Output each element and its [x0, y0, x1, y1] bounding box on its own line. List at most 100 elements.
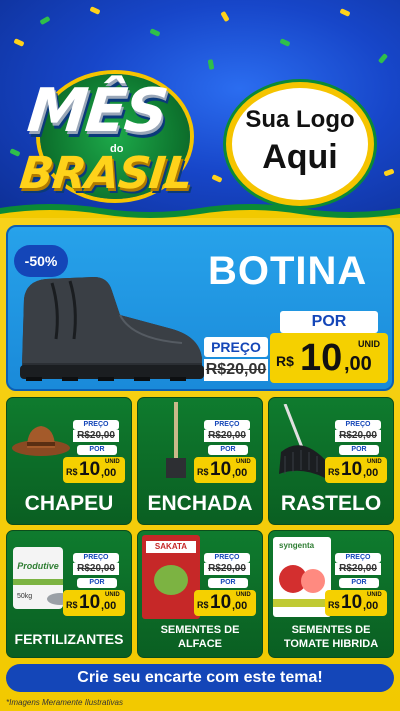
- por-label: POR: [339, 578, 379, 588]
- product-card-sementes-tomate[interactable]: syngenta PREÇO R$20,00 POR R$ 10 ,00 UNI…: [268, 530, 394, 658]
- hero-product-name: BOTINA: [208, 249, 368, 293]
- disclaimer-text: *Imagens Meramente Ilustrativas: [6, 698, 123, 707]
- por-label: POR: [77, 445, 117, 455]
- confetti: [377, 53, 389, 64]
- preco-label: PREÇO: [73, 553, 119, 563]
- price-integer: 10: [79, 459, 101, 480]
- confetti: [279, 38, 291, 47]
- product-name-line1: SEMENTES DE: [160, 624, 240, 636]
- packet-stripe: [273, 599, 331, 607]
- confetti: [149, 28, 161, 37]
- seed-packet-icon: SAKATA: [142, 535, 200, 619]
- currency: R$: [66, 467, 78, 477]
- price-decimal: ,00: [232, 467, 248, 479]
- old-price: R$20,00: [335, 430, 381, 442]
- old-price: R$20,00: [73, 563, 119, 575]
- hat-icon: [12, 426, 70, 456]
- price-decimal: ,00: [363, 600, 379, 612]
- new-price: R$ 10 ,00 UNID: [63, 457, 125, 483]
- price-integer: 10: [341, 592, 363, 613]
- unit-label: UNID: [358, 339, 380, 349]
- product-card-enchada[interactable]: PREÇO R$20,00 POR R$ 10 ,00 UNID ENCHADA: [137, 397, 263, 525]
- confetti: [13, 38, 25, 47]
- preco-label: PREÇO: [204, 420, 250, 430]
- price-integer: 10: [341, 459, 363, 480]
- campaign-title: MÊS do BRASIL: [17, 72, 218, 202]
- currency: R$: [197, 600, 209, 610]
- product-name: CHAPEU: [24, 492, 114, 515]
- confetti: [220, 10, 230, 23]
- old-price: R$20,00: [73, 430, 119, 442]
- currency: R$: [276, 353, 294, 369]
- old-price: R$20,00: [204, 563, 250, 575]
- bag-weight: 50kg: [17, 593, 33, 600]
- packet-lettuce: [154, 565, 188, 595]
- por-label: POR: [208, 578, 248, 588]
- por-label: POR: [208, 445, 248, 455]
- packet-brand: syngenta: [279, 541, 315, 550]
- confetti: [39, 15, 51, 26]
- unit-label: UNID: [367, 459, 382, 465]
- price-decimal: ,00: [101, 467, 117, 479]
- product-name-line2: TOMATE HIBRIDA: [283, 638, 379, 650]
- unit-label: UNID: [105, 459, 120, 465]
- new-price: R$ 10 ,00 UNID: [194, 590, 256, 616]
- product-card-sementes-alface[interactable]: SAKATA PREÇO R$20,00 POR R$ 10 ,00 UNID …: [137, 530, 263, 658]
- currency: R$: [328, 467, 340, 477]
- new-price: R$ 10 ,00 UNID: [325, 457, 387, 483]
- product-name: ENCHADA: [147, 492, 253, 515]
- packet-tomato-half: [301, 569, 325, 593]
- bag-brand: Produtive: [17, 561, 59, 571]
- boot-icon: [20, 277, 204, 381]
- product-card-fertilizantes[interactable]: Produtive 50kg PREÇO R$20,00 POR R$ 10 ,…: [6, 530, 132, 658]
- currency: R$: [328, 600, 340, 610]
- por-label: POR: [339, 445, 379, 455]
- tomato-seed-packet-icon: syngenta: [273, 537, 331, 617]
- unit-label: UNID: [236, 459, 251, 465]
- price-integer: 10: [79, 592, 101, 613]
- price-integer: 10: [300, 337, 343, 379]
- logo-placeholder[interactable]: Sua Logo Aqui: [226, 82, 374, 206]
- preco-label: PREÇO: [204, 337, 268, 357]
- unit-label: UNID: [367, 592, 382, 598]
- cta-button[interactable]: Crie seu encarte com este tema!: [6, 664, 394, 692]
- confetti: [383, 168, 395, 177]
- header-banner: MÊS do BRASIL Sua Logo Aqui: [0, 0, 400, 222]
- por-label: POR: [280, 311, 378, 333]
- product-card-chapeu[interactable]: PREÇO R$20,00 POR R$ 10 ,00 UNID CHAPEU: [6, 397, 132, 525]
- preco-label: PREÇO: [73, 420, 119, 430]
- packet-brand: SAKATA: [146, 541, 196, 553]
- old-price: R$20,00: [335, 563, 381, 575]
- product-name-line2: ALFACE: [178, 638, 222, 650]
- old-price: R$20,00: [204, 359, 268, 381]
- por-label: POR: [77, 578, 117, 588]
- price-decimal: ,00: [232, 600, 248, 612]
- product-card-rastelo[interactable]: PREÇO R$20,00 POR R$ 10 ,00 UNID RASTELO: [268, 397, 394, 525]
- preco-label: PREÇO: [335, 553, 381, 563]
- discount-badge: -50%: [14, 245, 68, 277]
- logo-text-line1: Sua Logo: [245, 106, 355, 133]
- confetti: [339, 8, 351, 17]
- featured-product-card[interactable]: -50% BOTINA POR PREÇO R$20,00 R$ 10 ,00 …: [6, 225, 394, 391]
- product-name-line1: SEMENTES DE: [291, 624, 371, 636]
- price-decimal: ,00: [101, 600, 117, 612]
- unit-label: UNID: [236, 592, 251, 598]
- preco-label: PREÇO: [204, 553, 250, 563]
- new-price: R$ 10 ,00 UNID: [63, 590, 125, 616]
- title-brasil: BRASIL: [17, 148, 195, 199]
- new-price: R$ 10 ,00 UNID: [325, 590, 387, 616]
- old-price: R$20,00: [204, 430, 250, 442]
- price-integer: 10: [210, 592, 232, 613]
- new-price: R$ 10 ,00 UNID: [270, 333, 388, 383]
- unit-label: UNID: [105, 592, 120, 598]
- preco-label: PREÇO: [335, 420, 381, 430]
- currency: R$: [197, 467, 209, 477]
- title-mes: MÊS: [24, 76, 170, 146]
- confetti: [89, 6, 101, 15]
- price-integer: 10: [210, 459, 232, 480]
- product-name: FERTILIZANTES: [14, 631, 124, 647]
- price-decimal: ,00: [344, 353, 372, 375]
- new-price: R$ 10 ,00 UNID: [194, 457, 256, 483]
- confetti: [207, 59, 215, 70]
- logo-text-line2: Aqui: [262, 138, 338, 176]
